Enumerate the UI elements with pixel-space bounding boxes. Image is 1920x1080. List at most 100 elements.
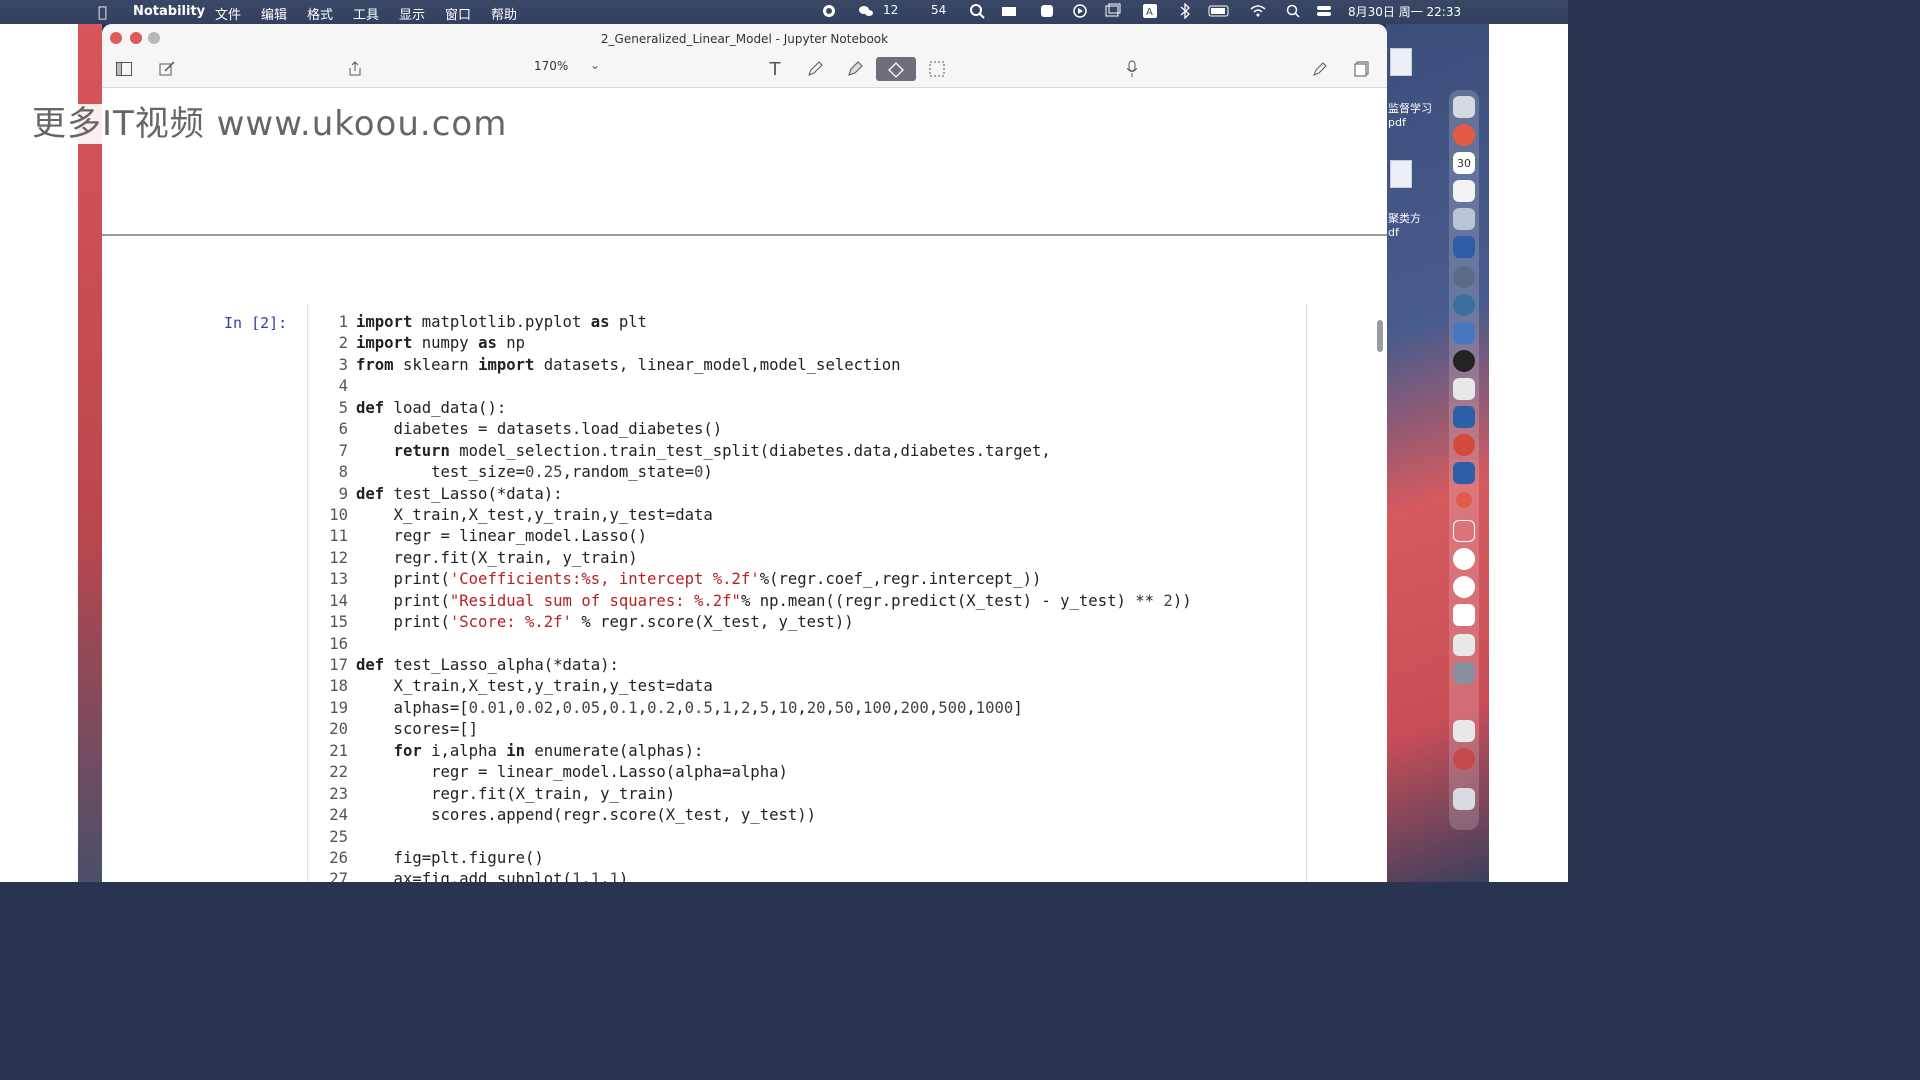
desktop-file-label[interactable]: 聚类方 df <box>1388 212 1421 240</box>
menu-tools[interactable]: 工具 <box>353 4 379 23</box>
app-dock-icon[interactable] <box>1453 434 1475 456</box>
menu-view[interactable]: 显示 <box>399 4 425 23</box>
chrome-dock-icon[interactable] <box>1453 124 1475 146</box>
menu-format[interactable]: 格式 <box>307 4 333 23</box>
eraser-tool-icon[interactable] <box>876 57 916 81</box>
code-line[interactable]: 21 for i,alpha in enumerate(alphas): <box>314 741 1304 762</box>
notes-dock-icon[interactable] <box>1453 180 1475 202</box>
menubar-clock[interactable]: 8月30日 周一 22:33 <box>1348 3 1461 20</box>
code-line[interactable]: 25 <box>314 827 1304 848</box>
code-text[interactable]: def test_Lasso(*data): <box>348 484 563 505</box>
code-line[interactable]: 24 scores.append(regr.score(X_test, y_te… <box>314 805 1304 826</box>
calendar-dock-icon[interactable]: 30 <box>1453 152 1475 174</box>
play-icon[interactable] <box>1072 3 1088 19</box>
menu-help[interactable]: 帮助 <box>491 4 517 23</box>
compose-icon[interactable] <box>155 57 179 81</box>
code-line[interactable]: 5 def load_data(): <box>314 398 1304 419</box>
share-icon[interactable] <box>343 57 367 81</box>
code-line[interactable]: 26 fig=plt.figure() <box>314 848 1304 869</box>
window-manager-icon[interactable] <box>1105 3 1121 19</box>
code-text[interactable]: from sklearn import datasets, linear_mod… <box>348 355 901 376</box>
zoom-level[interactable]: 170% <box>534 59 568 73</box>
microphone-icon[interactable] <box>1120 57 1144 81</box>
code-text[interactable]: return model_selection.train_test_split(… <box>348 441 1051 462</box>
code-line[interactable]: 8 test_size=0.25,random_state=0) <box>314 462 1304 483</box>
code-line[interactable]: 7 return model_selection.train_test_spli… <box>314 441 1304 462</box>
chevron-down-icon[interactable]: ⌄ <box>590 58 600 72</box>
typora-dock-icon[interactable] <box>1453 604 1475 626</box>
code-text[interactable] <box>348 376 356 397</box>
code-text[interactable]: regr = linear_model.Lasso() <box>348 526 648 547</box>
bluetooth-icon[interactable] <box>1177 3 1193 19</box>
menu-window[interactable]: 窗口 <box>445 4 471 23</box>
evernote-icon[interactable] <box>821 3 837 19</box>
github-dock-icon[interactable] <box>1453 548 1475 570</box>
qq-dock-icon[interactable] <box>1453 350 1475 372</box>
code-text[interactable]: print('Score: %.2f' % regr.score(X_test,… <box>348 612 854 633</box>
text-tool-icon[interactable]: T <box>763 57 787 81</box>
spotlight-icon[interactable] <box>1285 3 1301 19</box>
code-line[interactable]: 23 regr.fit(X_train, y_train) <box>314 784 1304 805</box>
code-line[interactable]: 9 def test_Lasso(*data): <box>314 484 1304 505</box>
code-line[interactable]: 2 import numpy as np <box>314 333 1304 354</box>
code-text[interactable]: test_size=0.25,random_state=0) <box>348 462 713 483</box>
code-text[interactable]: fig=plt.figure() <box>348 848 544 869</box>
code-line[interactable]: 27 ax=fig.add_subplot(1,1,1) <box>314 869 1304 882</box>
code-text[interactable]: for i,alpha in enumerate(alphas): <box>348 741 704 762</box>
app-dock-icon[interactable] <box>1453 266 1475 288</box>
code-line[interactable]: 15 print('Score: %.2f' % regr.score(X_te… <box>314 612 1304 633</box>
search-app-icon[interactable] <box>969 3 985 19</box>
code-line[interactable]: 4 <box>314 376 1304 397</box>
code-line[interactable]: 17 def test_Lasso_alpha(*data): <box>314 655 1304 676</box>
scrollbar-thumb[interactable] <box>1377 320 1383 352</box>
menu-app-name[interactable]: Notability <box>133 4 205 19</box>
code-line[interactable]: 11 regr = linear_model.Lasso() <box>314 526 1304 547</box>
menu-edit[interactable]: 编辑 <box>261 4 287 23</box>
code-text[interactable] <box>348 827 356 848</box>
control-center-icon[interactable] <box>1316 3 1332 19</box>
code-text[interactable]: import numpy as np <box>348 333 525 354</box>
code-text[interactable]: def test_Lasso_alpha(*data): <box>348 655 619 676</box>
app-dock-icon[interactable] <box>1453 748 1475 770</box>
dashboard-icon[interactable] <box>1001 3 1017 19</box>
wechat-dock-icon[interactable] <box>1453 378 1475 400</box>
wifi-icon[interactable] <box>1250 3 1266 19</box>
code-text[interactable] <box>348 634 356 655</box>
code-text[interactable]: scores.append(regr.score(X_test, y_test)… <box>348 805 816 826</box>
app-dock-icon[interactable] <box>1453 634 1475 656</box>
code-text[interactable]: import matplotlib.pyplot as plt <box>348 312 647 333</box>
app-dock-icon[interactable] <box>1456 492 1472 508</box>
code-editor[interactable]: 1 import matplotlib.pyplot as plt 2 import … <box>314 312 1304 882</box>
vscode-dock-icon[interactable] <box>1453 236 1475 258</box>
code-line[interactable]: 1 import matplotlib.pyplot as plt <box>314 312 1304 333</box>
desktop-file-icon[interactable] <box>1390 48 1412 76</box>
code-text[interactable]: ax=fig.add_subplot(1,1,1) <box>348 869 629 882</box>
code-text[interactable]: regr.fit(X_train, y_train) <box>348 548 638 569</box>
sidebar-toggle-icon[interactable] <box>112 57 136 81</box>
code-line[interactable]: 3 from sklearn import datasets, linear_mo… <box>314 355 1304 376</box>
code-text[interactable]: print("Residual sum of squares: %.2f"% n… <box>348 591 1192 612</box>
code-line[interactable]: 14 print("Residual sum of squares: %.2f"… <box>314 591 1304 612</box>
lasso-tool-icon[interactable] <box>925 57 949 81</box>
wechat-icon[interactable] <box>858 3 874 19</box>
code-line[interactable]: 10 X_train,X_test,y_train,y_test=data <box>314 505 1304 526</box>
finder-dock-icon[interactable] <box>1453 96 1475 118</box>
code-line[interactable]: 12 regr.fit(X_train, y_train) <box>314 548 1304 569</box>
code-line[interactable]: 16 <box>314 634 1304 655</box>
code-text[interactable]: X_train,X_test,y_train,y_test=data <box>348 505 713 526</box>
code-line[interactable]: 20 scores=[] <box>314 719 1304 740</box>
pencil-edit-icon[interactable] <box>1308 57 1332 81</box>
dictionary-dock-icon[interactable] <box>1453 662 1475 684</box>
trash-dock-icon[interactable] <box>1453 788 1475 810</box>
pen-tool-icon[interactable] <box>803 57 827 81</box>
highlighter-tool-icon[interactable] <box>843 57 867 81</box>
app-dock-icon[interactable] <box>1453 322 1475 344</box>
code-line[interactable]: 6 diabetes = datasets.load_diabetes() <box>314 419 1304 440</box>
books-dock-icon[interactable] <box>1453 690 1475 712</box>
code-line[interactable]: 19 alphas=[0.01,0.02,0.05,0.1,0.2,0.5,1,… <box>314 698 1304 719</box>
menu-file[interactable]: 文件 <box>215 4 241 23</box>
code-line[interactable]: 18 X_train,X_test,y_train,y_test=data <box>314 676 1304 697</box>
code-text[interactable]: X_train,X_test,y_train,y_test=data <box>348 676 713 697</box>
code-line[interactable]: 13 print('Coefficients:%s, intercept %.2… <box>314 569 1304 590</box>
code-text[interactable]: regr.fit(X_train, y_train) <box>348 784 675 805</box>
